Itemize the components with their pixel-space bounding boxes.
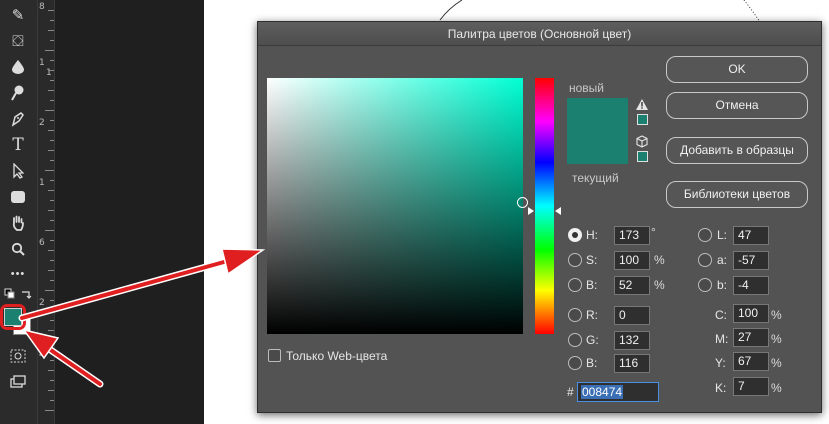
- c-unit: %: [771, 308, 782, 322]
- b-field[interactable]: 52: [614, 276, 650, 295]
- current-color-label: текущий: [572, 171, 619, 185]
- y-field[interactable]: 67: [733, 352, 769, 371]
- blur-drop-icon[interactable]: [5, 56, 31, 78]
- pasteboard: [56, 0, 204, 424]
- s-label: S:: [586, 253, 598, 267]
- s-unit: %: [654, 253, 665, 267]
- web-safe-swatch[interactable]: [637, 151, 648, 162]
- new-color-preview: [567, 98, 628, 131]
- color-field-cursor[interactable]: [517, 197, 528, 208]
- ruler-label: 1: [39, 178, 45, 188]
- hex-field[interactable]: 008474: [577, 382, 659, 402]
- g-radio[interactable]: [568, 333, 582, 347]
- dialog-title: Палитра цветов (Основной цвет): [258, 22, 821, 46]
- l-field[interactable]: 47: [733, 226, 769, 245]
- current-color-preview[interactable]: [567, 131, 628, 164]
- ok-button[interactable]: OK: [666, 56, 808, 83]
- hex-value: 008474: [581, 385, 624, 399]
- hue-slider[interactable]: [535, 78, 554, 334]
- r-radio[interactable]: [568, 308, 582, 322]
- vertical-ruler: 8 1 1 2 1 6 2 4: [38, 0, 55, 424]
- g-field[interactable]: 132: [614, 331, 650, 350]
- a-radio[interactable]: [698, 253, 712, 267]
- b-radio[interactable]: [568, 278, 582, 292]
- web-colors-only-checkbox[interactable]: [268, 349, 281, 362]
- a-field[interactable]: -57: [733, 251, 769, 270]
- gamut-correction-swatch[interactable]: [637, 114, 648, 125]
- ruler-label: 4: [39, 350, 45, 360]
- b-unit: %: [654, 278, 665, 292]
- rectangle-shape-icon[interactable]: [5, 186, 31, 208]
- k-label: K:: [715, 381, 727, 395]
- quick-mask-icon[interactable]: [5, 345, 31, 367]
- screen-mode-icon[interactable]: [5, 371, 31, 393]
- h-field[interactable]: 173: [614, 226, 650, 245]
- ruler-label: 1: [39, 58, 45, 68]
- ruler-label: 2: [39, 118, 45, 128]
- h-radio[interactable]: [568, 228, 582, 242]
- photoshop-window: ✎ ⛋ T ••• 8 1 1 2 1 6 2 4 Палитра цветов…: [0, 0, 829, 424]
- out-of-gamut-warning-icon[interactable]: [636, 97, 648, 115]
- a-label: a:: [717, 253, 728, 267]
- swap-colors-icon[interactable]: [18, 287, 34, 301]
- more-tools-icon[interactable]: •••: [5, 263, 31, 285]
- zoom-icon[interactable]: [5, 238, 31, 260]
- hue-slider-right-handle[interactable]: [555, 207, 561, 215]
- l-radio[interactable]: [698, 228, 712, 242]
- lab-b-label: b:: [717, 278, 728, 292]
- s-field[interactable]: 100: [614, 251, 650, 270]
- hex-label: #: [567, 385, 574, 399]
- s-radio[interactable]: [568, 253, 582, 267]
- y-unit: %: [771, 356, 782, 370]
- pen-icon[interactable]: [5, 108, 31, 130]
- c-field[interactable]: 100: [733, 304, 769, 323]
- path-selection-icon[interactable]: [5, 160, 31, 182]
- blue-label: B:: [586, 356, 598, 370]
- new-color-label: новый: [569, 81, 605, 95]
- m-field[interactable]: 27: [733, 328, 769, 347]
- lab-b-field[interactable]: -4: [733, 276, 769, 295]
- ruler-label: 8: [39, 2, 45, 12]
- foreground-highlight-circle: [0, 304, 26, 330]
- y-label: Y:: [715, 356, 726, 370]
- r-field[interactable]: 0: [614, 306, 650, 325]
- blue-radio[interactable]: [568, 356, 582, 370]
- k-unit: %: [771, 381, 782, 395]
- eraser-icon[interactable]: ✎: [5, 4, 31, 26]
- saturation-brightness-field[interactable]: [267, 78, 523, 334]
- h-label: H:: [586, 228, 598, 242]
- g-label: G:: [586, 333, 599, 347]
- color-libraries-button[interactable]: Библиотеки цветов: [666, 181, 808, 208]
- cancel-button[interactable]: Отмена: [666, 92, 808, 119]
- lab-b-radio[interactable]: [698, 278, 712, 292]
- r-label: R:: [586, 308, 598, 322]
- blue-field[interactable]: 116: [614, 354, 650, 373]
- hand-icon[interactable]: [5, 212, 31, 234]
- m-label: M:: [715, 332, 729, 346]
- ruler-label: 2: [39, 298, 45, 308]
- add-to-swatches-button[interactable]: Добавить в образцы: [666, 137, 808, 164]
- color-picker-dialog: Палитра цветов (Основной цвет) новый тек…: [257, 21, 822, 413]
- l-label: L:: [717, 228, 728, 242]
- m-unit: %: [771, 332, 782, 346]
- c-label: C:: [715, 308, 727, 322]
- k-field[interactable]: 7: [733, 377, 769, 396]
- type-icon[interactable]: T: [5, 134, 31, 156]
- tools-panel: ✎ ⛋ T •••: [0, 0, 38, 424]
- ruler-label: 6: [39, 238, 45, 248]
- paint-bucket-icon[interactable]: ⛋: [5, 30, 31, 52]
- web-colors-only-label: Только Web-цвета: [286, 349, 388, 363]
- hue-slider-left-handle[interactable]: [528, 207, 534, 215]
- dodge-icon[interactable]: [5, 82, 31, 104]
- default-colors-icon[interactable]: [2, 287, 18, 301]
- h-unit: °: [651, 225, 656, 239]
- b-label: B:: [586, 278, 598, 292]
